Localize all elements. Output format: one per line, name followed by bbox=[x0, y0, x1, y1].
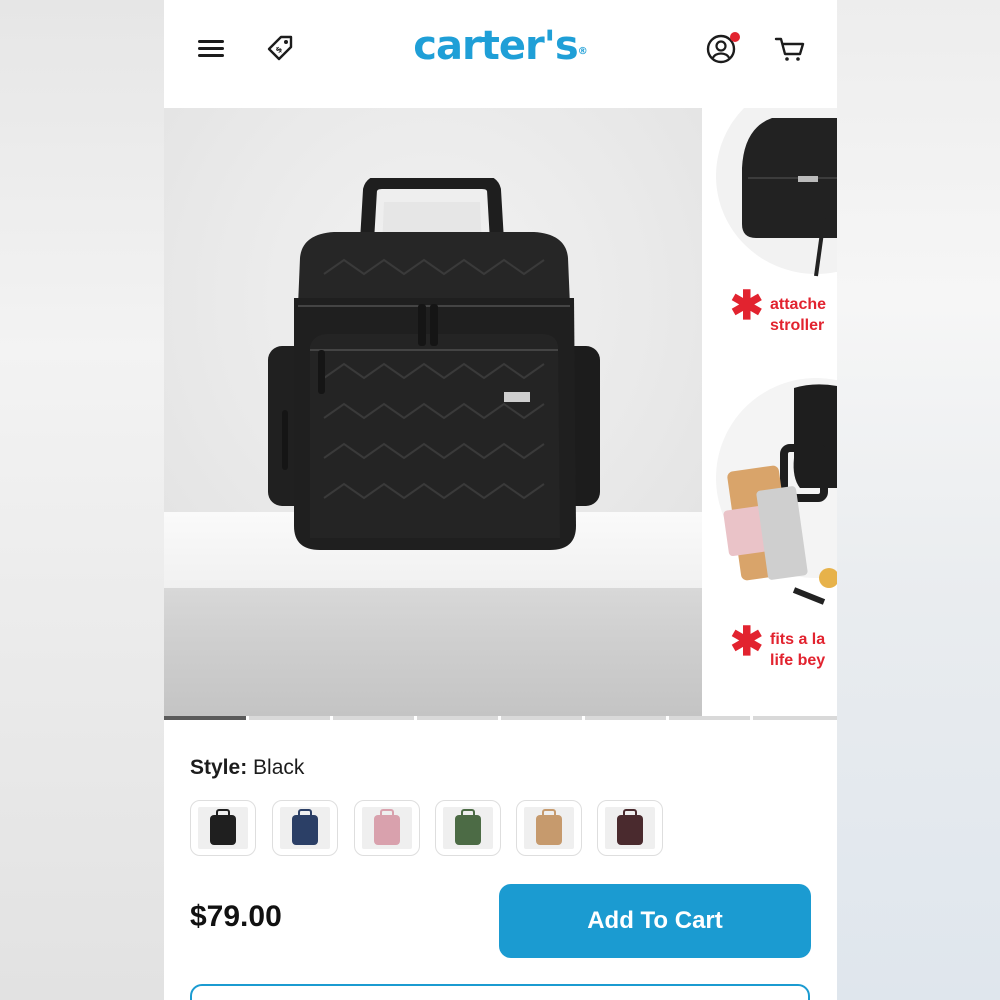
gallery-dot[interactable] bbox=[249, 716, 330, 720]
swatch-thumbnail bbox=[198, 807, 248, 849]
gallery-dot[interactable] bbox=[753, 716, 837, 720]
cart-icon[interactable] bbox=[774, 34, 806, 64]
background-left bbox=[0, 0, 164, 1000]
feature-asterisk-icon: ✱ bbox=[730, 620, 764, 664]
swatch-navy[interactable] bbox=[272, 800, 338, 856]
sale-tag-icon[interactable]: $ bbox=[264, 32, 296, 64]
floor bbox=[164, 588, 702, 716]
swatch-thumbnail bbox=[280, 807, 330, 849]
gallery-dot[interactable] bbox=[333, 716, 414, 720]
swatch-black[interactable] bbox=[190, 800, 256, 856]
feature-callout-2: fits a la life bey bbox=[770, 631, 826, 669]
product-price: $79.00 bbox=[190, 900, 282, 933]
gallery-dot[interactable] bbox=[164, 716, 246, 720]
swatch-burgundy[interactable] bbox=[597, 800, 663, 856]
feature-asterisk-icon: ✱ bbox=[730, 284, 764, 328]
secondary-action-button[interactable] bbox=[190, 984, 810, 1000]
swatch-tan[interactable] bbox=[516, 800, 582, 856]
swatch-pink[interactable] bbox=[354, 800, 420, 856]
gallery-dot[interactable] bbox=[585, 716, 666, 720]
gallery-dot[interactable] bbox=[669, 716, 750, 720]
gallery-pagination bbox=[164, 716, 837, 720]
product-image-next[interactable]: ✱ attache stroller ✱ fits a la life bey bbox=[702, 108, 837, 716]
laptop-detail-image bbox=[723, 384, 837, 605]
style-label: Style: bbox=[190, 756, 248, 779]
swatch-green[interactable] bbox=[435, 800, 501, 856]
stroller-detail-image bbox=[742, 118, 837, 277]
gallery-dot[interactable] bbox=[501, 716, 582, 720]
swatch-thumbnail bbox=[362, 807, 412, 849]
style-selector-label: Style: Black bbox=[190, 756, 304, 780]
product-image-gallery[interactable]: ✱ attache stroller ✱ fits a la life bey bbox=[164, 108, 837, 720]
swatch-thumbnail bbox=[443, 807, 493, 849]
feature-callout-1: attache stroller bbox=[770, 296, 827, 334]
backpack-image bbox=[268, 178, 600, 550]
swatch-thumbnail bbox=[524, 807, 574, 849]
mobile-page: $ carter's® ✱ attache stroller ✱ fits a … bbox=[164, 0, 837, 1000]
swatch-thumbnail bbox=[605, 807, 655, 849]
gallery-dot[interactable] bbox=[417, 716, 498, 720]
notification-badge bbox=[730, 32, 740, 42]
product-image-main[interactable] bbox=[164, 108, 702, 716]
background-right bbox=[837, 0, 1000, 1000]
menu-icon[interactable] bbox=[198, 37, 226, 59]
add-to-cart-button[interactable]: Add To Cart bbox=[499, 884, 811, 958]
svg-text:$: $ bbox=[274, 44, 285, 55]
color-swatch-list bbox=[190, 800, 690, 858]
brand-logo[interactable]: carter's® bbox=[400, 20, 600, 80]
site-header: $ carter's® bbox=[164, 0, 837, 108]
style-value: Black bbox=[253, 756, 305, 779]
